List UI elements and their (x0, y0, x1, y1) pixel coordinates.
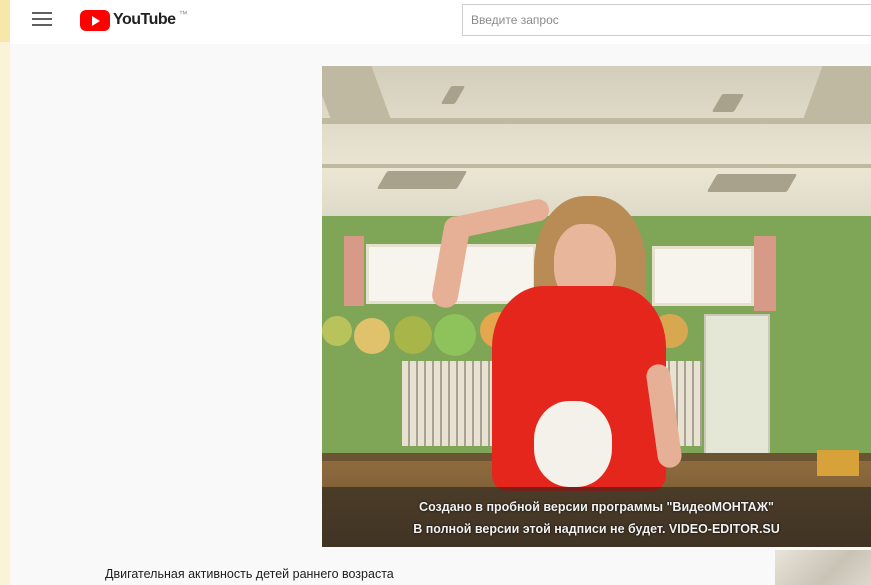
search-input[interactable] (471, 13, 863, 27)
youtube-logo-trademark: ™ (178, 9, 188, 19)
youtube-logo[interactable]: YouTube ™ (80, 9, 188, 31)
video-title[interactable]: Двигательная активность детей раннего во… (105, 567, 394, 581)
watermark-line-1: Создано в пробной версии программы "Виде… (419, 500, 774, 514)
youtube-page: YouTube ™ Введите запрос Создано в пробн… (10, 0, 871, 585)
hamburger-menu-icon[interactable] (32, 12, 52, 28)
video-frame-box (817, 450, 859, 476)
watermark-line-2: В полной версии этой надписи не будет. V… (413, 522, 780, 536)
youtube-logo-text: YouTube (113, 11, 176, 28)
related-video-thumbnail[interactable] (775, 550, 871, 585)
toy-bear (534, 401, 612, 487)
video-watermark-caption: Создано в пробной версии программы "Виде… (322, 487, 871, 547)
video-player[interactable]: Создано в пробной версии программы "Виде… (322, 66, 871, 547)
video-frame-ceiling (322, 66, 871, 216)
youtube-play-icon (80, 9, 110, 31)
youtube-header: YouTube ™ (10, 0, 871, 44)
search-box[interactable] (462, 4, 871, 36)
